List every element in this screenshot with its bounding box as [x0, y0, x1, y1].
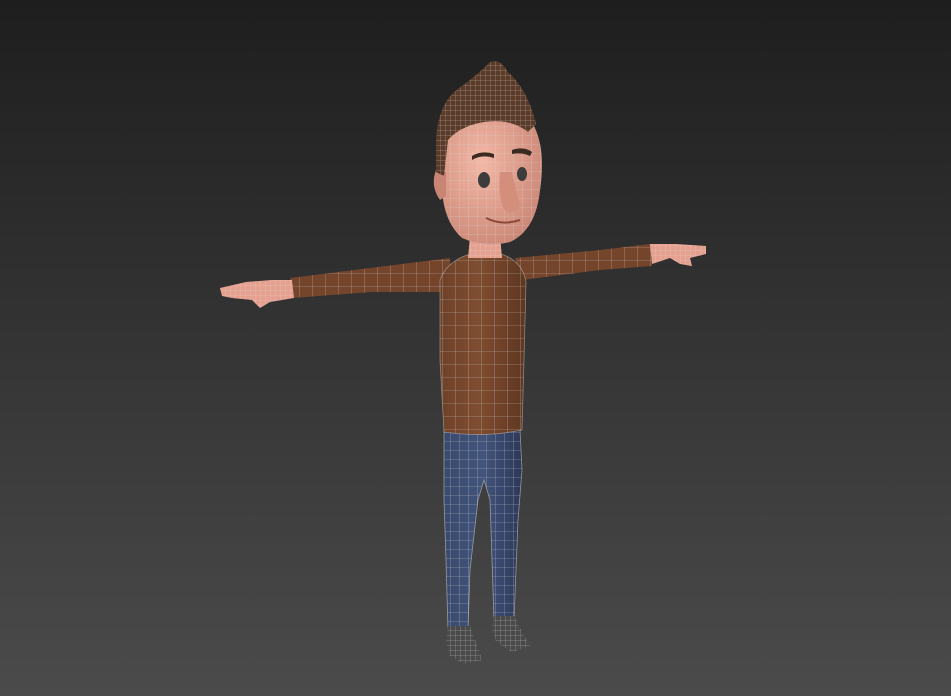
viewport-canvas[interactable]: [0, 0, 951, 696]
sweater-mesh: [439, 251, 527, 435]
left-eye: [478, 172, 490, 188]
3d-viewport[interactable]: [0, 0, 951, 696]
right-eye: [517, 167, 527, 181]
